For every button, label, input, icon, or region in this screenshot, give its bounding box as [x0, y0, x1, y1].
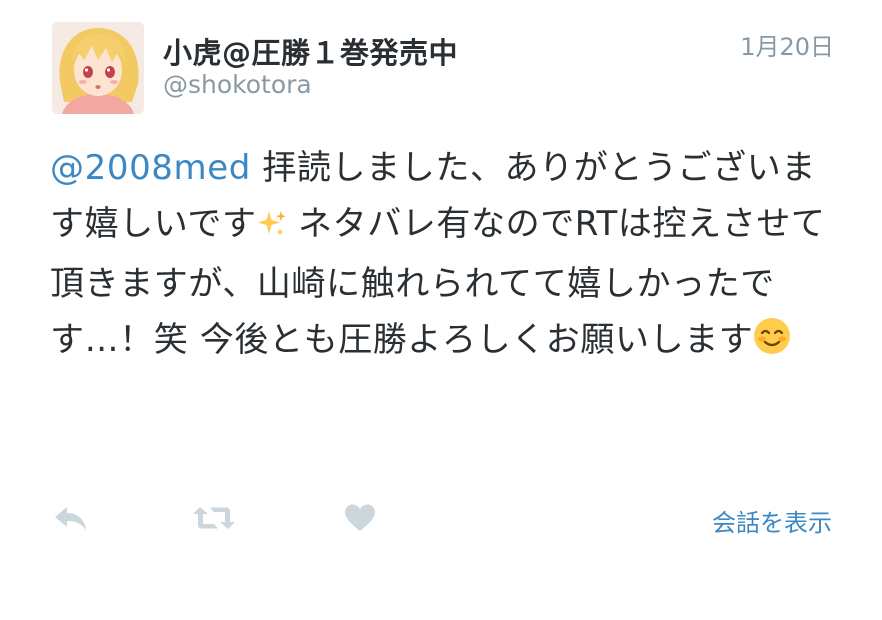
view-conversation-link[interactable]: 会話を表示 [712, 503, 832, 538]
smiling-face-icon [753, 316, 791, 372]
retweet-icon [192, 503, 236, 537]
tweet-actions: 会話を表示 [0, 492, 882, 548]
display-name[interactable]: 小虎@圧勝１巻発売中 [163, 30, 458, 72]
reply-button[interactable] [50, 502, 90, 538]
tweet-text: @2008med 拝読しました、ありがとうございます嬉しいです ネタバレ有なので… [50, 140, 850, 372]
screen-name[interactable]: @shokotora [163, 70, 312, 99]
timestamp-link[interactable]: 1月20日 [740, 27, 834, 62]
heart-icon [343, 503, 377, 537]
tweet-card: 小虎@圧勝１巻発売中 @shokotora 1月20日 @2008med 拝読し… [0, 0, 882, 620]
avatar-illustration [52, 22, 144, 114]
like-button[interactable] [340, 502, 380, 538]
retweet-button[interactable] [192, 502, 236, 538]
sparkles-icon [257, 200, 287, 256]
reply-icon [51, 503, 89, 537]
avatar[interactable] [52, 22, 144, 114]
mention-link[interactable]: @2008med [50, 148, 251, 188]
